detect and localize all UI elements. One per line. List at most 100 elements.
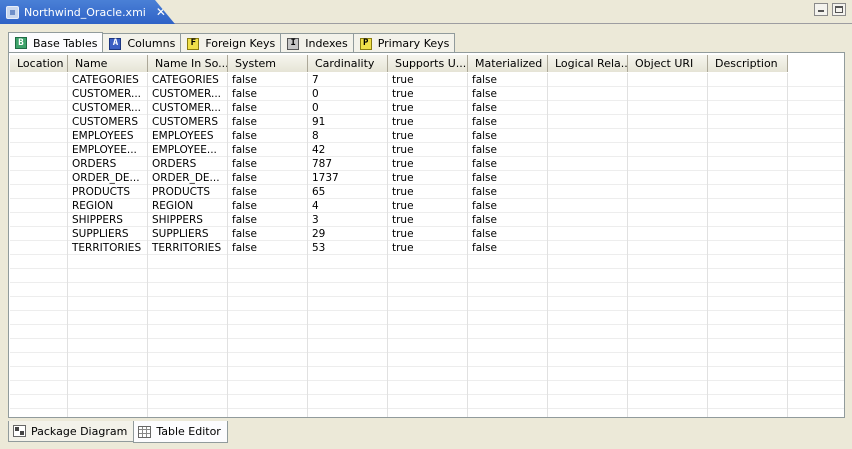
- cell-name[interactable]: REGION: [68, 199, 148, 213]
- cell-location[interactable]: [10, 213, 68, 227]
- cell-logical-relational[interactable]: [548, 171, 628, 185]
- cell-name-in-source[interactable]: TERRITORIES: [148, 241, 228, 255]
- column-header-name-in-source[interactable]: Name In So...: [148, 55, 228, 72]
- cell-name-in-source[interactable]: CUSTOMER...: [148, 101, 228, 115]
- cell-materialized[interactable]: false: [468, 129, 548, 143]
- cell-name[interactable]: CUSTOMER...: [68, 87, 148, 101]
- cell-materialized[interactable]: false: [468, 185, 548, 199]
- cell-name-in-source[interactable]: SHIPPERS: [148, 213, 228, 227]
- table-row[interactable]: CUSTOMER... CUSTOMER... false 0 true false: [10, 101, 844, 115]
- cell-supports-update[interactable]: true: [388, 115, 468, 129]
- cell-system[interactable]: false: [228, 213, 308, 227]
- cell-cardinality[interactable]: 3: [308, 213, 388, 227]
- cell-name[interactable]: CUSTOMER...: [68, 101, 148, 115]
- close-icon[interactable]: ✕: [156, 5, 166, 19]
- cell-name[interactable]: CUSTOMERS: [68, 115, 148, 129]
- cell-description[interactable]: [708, 213, 788, 227]
- cell-cardinality[interactable]: 42: [308, 143, 388, 157]
- cell-name-in-source[interactable]: EMPLOYEES: [148, 129, 228, 143]
- cell-supports-update[interactable]: true: [388, 241, 468, 255]
- cell-supports-update[interactable]: true: [388, 143, 468, 157]
- cell-description[interactable]: [708, 101, 788, 115]
- cell-name-in-source[interactable]: ORDER_DE...: [148, 171, 228, 185]
- cell-object-uri[interactable]: [628, 157, 708, 171]
- column-header-object-uri[interactable]: Object URI: [628, 55, 708, 72]
- column-header-name[interactable]: Name: [68, 55, 148, 72]
- cell-description[interactable]: [708, 185, 788, 199]
- column-header-cardinality[interactable]: Cardinality: [308, 55, 388, 72]
- cell-description[interactable]: [708, 199, 788, 213]
- cell-name[interactable]: ORDERS: [68, 157, 148, 171]
- cell-location[interactable]: [10, 157, 68, 171]
- cell-name[interactable]: EMPLOYEES: [68, 129, 148, 143]
- cell-location[interactable]: [10, 129, 68, 143]
- cell-logical-relational[interactable]: [548, 213, 628, 227]
- cell-cardinality[interactable]: 29: [308, 227, 388, 241]
- cell-name-in-source[interactable]: CUSTOMER...: [148, 87, 228, 101]
- cell-materialized[interactable]: false: [468, 213, 548, 227]
- cell-location[interactable]: [10, 241, 68, 255]
- cell-location[interactable]: [10, 101, 68, 115]
- cell-materialized[interactable]: false: [468, 87, 548, 101]
- cell-materialized[interactable]: false: [468, 73, 548, 87]
- cell-object-uri[interactable]: [628, 213, 708, 227]
- cell-description[interactable]: [708, 143, 788, 157]
- table-row[interactable]: PRODUCTS PRODUCTS false 65 true false: [10, 185, 844, 199]
- cell-logical-relational[interactable]: [548, 227, 628, 241]
- table-row[interactable]: CUSTOMER... CUSTOMER... false 0 true false: [10, 87, 844, 101]
- cell-object-uri[interactable]: [628, 185, 708, 199]
- cell-name[interactable]: ORDER_DE...: [68, 171, 148, 185]
- cell-name[interactable]: CATEGORIES: [68, 73, 148, 87]
- cell-location[interactable]: [10, 73, 68, 87]
- cell-object-uri[interactable]: [628, 87, 708, 101]
- cell-system[interactable]: false: [228, 185, 308, 199]
- cell-system[interactable]: false: [228, 115, 308, 129]
- cell-object-uri[interactable]: [628, 227, 708, 241]
- cell-materialized[interactable]: false: [468, 171, 548, 185]
- tab-columns[interactable]: A Columns: [102, 33, 182, 53]
- cell-location[interactable]: [10, 185, 68, 199]
- column-header-location[interactable]: Location: [10, 55, 68, 72]
- cell-materialized[interactable]: false: [468, 115, 548, 129]
- column-header-system[interactable]: System: [228, 55, 308, 72]
- cell-location[interactable]: [10, 199, 68, 213]
- cell-materialized[interactable]: false: [468, 101, 548, 115]
- tab-foreign-keys[interactable]: F Foreign Keys: [180, 33, 282, 53]
- cell-name[interactable]: EMPLOYEE...: [68, 143, 148, 157]
- cell-name-in-source[interactable]: REGION: [148, 199, 228, 213]
- cell-location[interactable]: [10, 143, 68, 157]
- table-row[interactable]: ORDER_DE... ORDER_DE... false 1737 true false: [10, 171, 844, 185]
- cell-cardinality[interactable]: 0: [308, 101, 388, 115]
- cell-description[interactable]: [708, 157, 788, 171]
- cell-system[interactable]: false: [228, 171, 308, 185]
- cell-description[interactable]: [708, 171, 788, 185]
- cell-logical-relational[interactable]: [548, 115, 628, 129]
- cell-object-uri[interactable]: [628, 241, 708, 255]
- column-header-supports-update[interactable]: Supports U...: [388, 55, 468, 72]
- cell-description[interactable]: [708, 227, 788, 241]
- tab-table-editor[interactable]: Table Editor: [133, 421, 228, 443]
- cell-logical-relational[interactable]: [548, 87, 628, 101]
- table-row[interactable]: EMPLOYEE... EMPLOYEE... false 42 true false: [10, 143, 844, 157]
- column-header-materialized[interactable]: Materialized: [468, 55, 548, 72]
- editor-tab-northwind[interactable]: Northwind_Oracle.xmi ✕: [0, 0, 175, 24]
- cell-name-in-source[interactable]: PRODUCTS: [148, 185, 228, 199]
- cell-supports-update[interactable]: true: [388, 157, 468, 171]
- table-row[interactable]: SHIPPERS SHIPPERS false 3 true false: [10, 213, 844, 227]
- cell-cardinality[interactable]: 65: [308, 185, 388, 199]
- cell-description[interactable]: [708, 241, 788, 255]
- tab-indexes[interactable]: I Indexes: [280, 33, 354, 53]
- cell-materialized[interactable]: false: [468, 241, 548, 255]
- cell-supports-update[interactable]: true: [388, 227, 468, 241]
- cell-logical-relational[interactable]: [548, 73, 628, 87]
- cell-cardinality[interactable]: 8: [308, 129, 388, 143]
- cell-materialized[interactable]: false: [468, 227, 548, 241]
- cell-supports-update[interactable]: true: [388, 171, 468, 185]
- cell-system[interactable]: false: [228, 129, 308, 143]
- cell-cardinality[interactable]: 91: [308, 115, 388, 129]
- cell-materialized[interactable]: false: [468, 199, 548, 213]
- cell-description[interactable]: [708, 115, 788, 129]
- cell-system[interactable]: false: [228, 87, 308, 101]
- tab-base-tables[interactable]: B Base Tables: [8, 32, 104, 53]
- cell-object-uri[interactable]: [628, 199, 708, 213]
